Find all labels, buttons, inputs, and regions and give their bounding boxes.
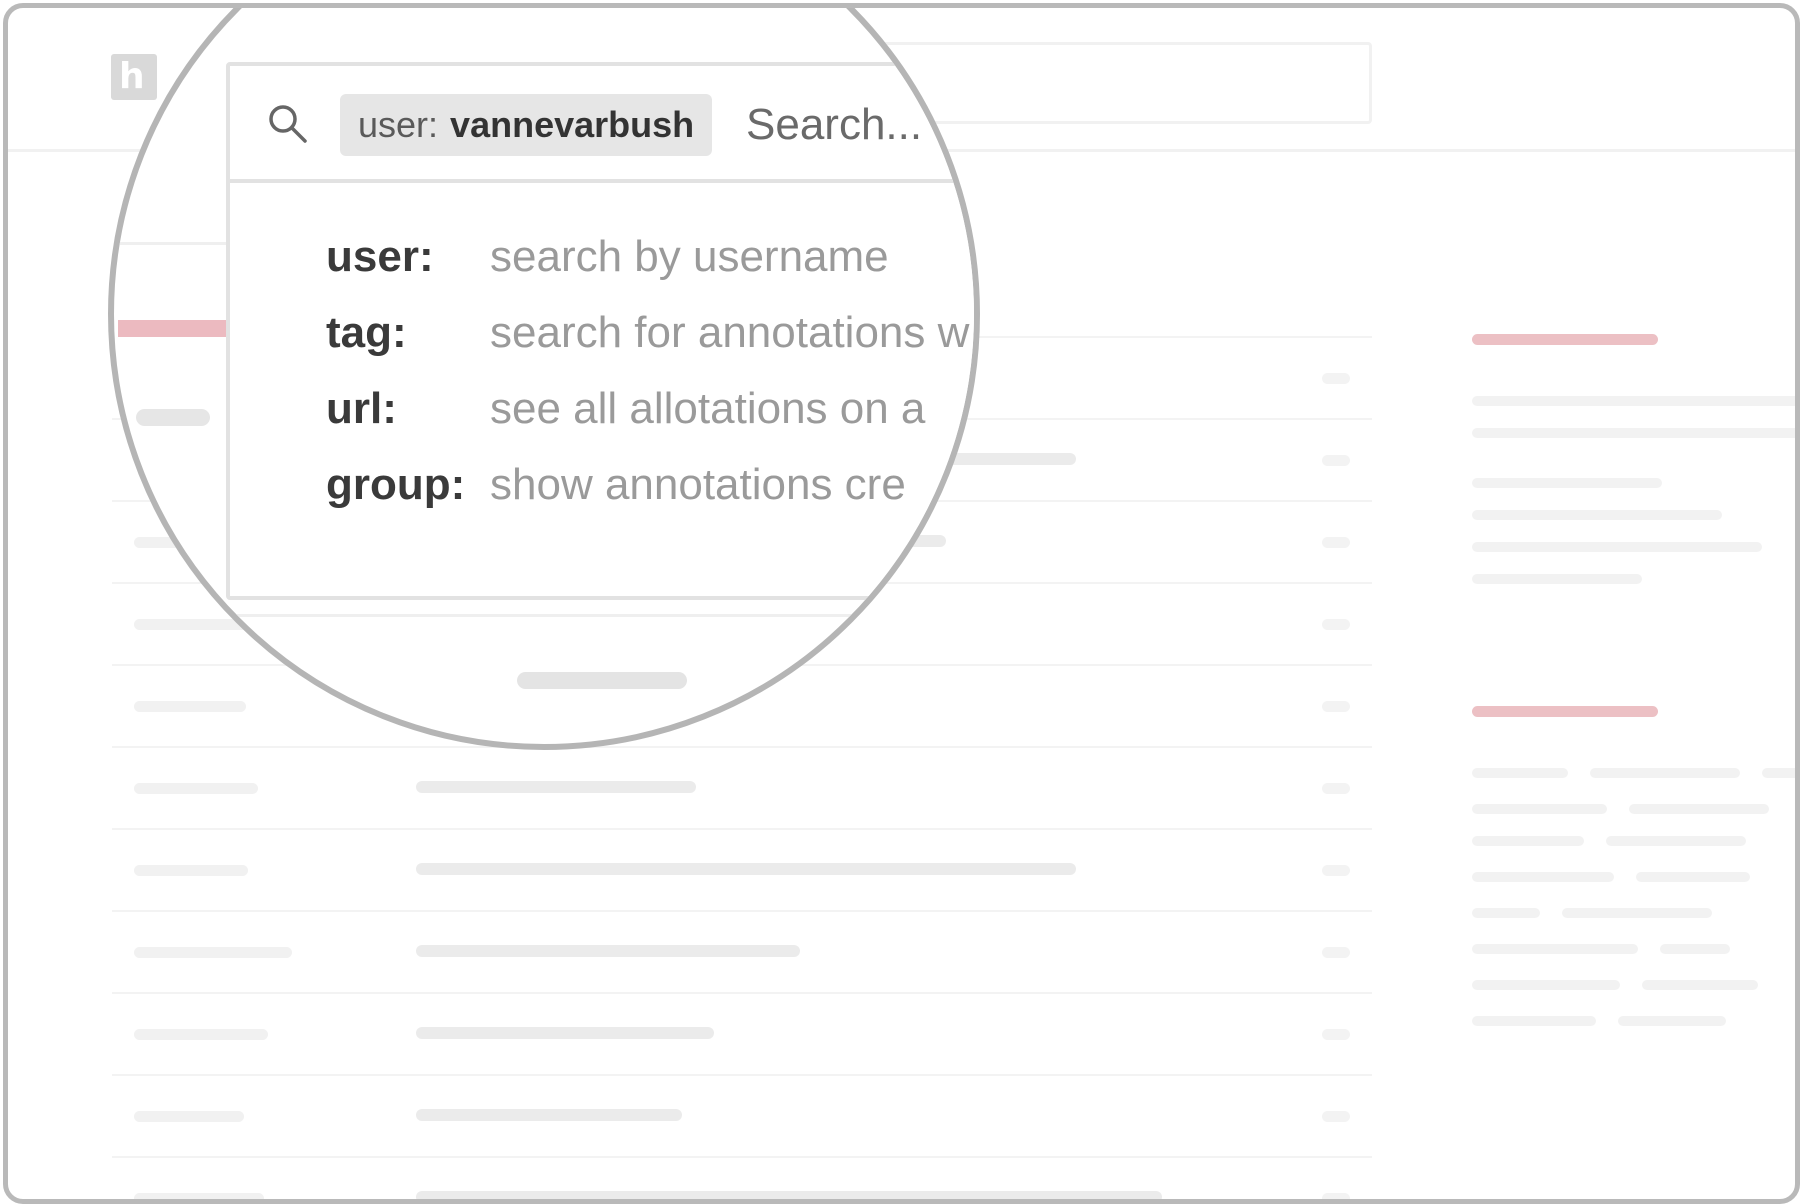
search-dropdown: user: vannevarbush user: search by usern… — [226, 62, 974, 600]
list-item — [112, 1074, 1372, 1156]
background-sidebar — [1472, 8, 1795, 1199]
sidebar-accent-bar — [1472, 706, 1658, 717]
suggestion-url[interactable]: url: see all allotations on a — [326, 384, 974, 460]
list-item — [112, 992, 1372, 1074]
suggestion-description: see all allotations on a — [490, 384, 926, 433]
list-item — [112, 910, 1372, 992]
suggestion-description: show annotations cre — [490, 460, 906, 509]
list-item — [112, 828, 1372, 910]
list-item — [112, 1156, 1372, 1199]
tab-accent — [118, 320, 238, 337]
suggestion-user[interactable]: user: search by username — [326, 232, 974, 308]
search-suggestions: user: search by username tag: search for… — [326, 232, 974, 536]
search-row: user: vannevarbush — [230, 66, 974, 183]
pill — [136, 409, 210, 426]
suggestion-tag[interactable]: tag: search for annotations w — [326, 308, 974, 384]
suggestion-key: url: — [326, 384, 397, 433]
suggestion-key: tag: — [326, 308, 407, 357]
magnifier-lens: user: vannevarbush user: search by usern… — [108, 8, 980, 750]
pill — [517, 672, 687, 689]
list-item — [112, 746, 1372, 828]
row-divider — [118, 614, 974, 617]
chip-value: vannevarbush — [450, 104, 695, 145]
search-filter-chip[interactable]: user: vannevarbush — [340, 94, 713, 156]
search-input[interactable] — [746, 94, 974, 156]
app-frame: h user: vannevarbush Search... user: sea… — [3, 3, 1800, 1204]
suggestion-description: search by username — [490, 232, 889, 281]
suggestion-description: search for annotations w — [490, 308, 970, 357]
sidebar-accent-bar — [1472, 334, 1658, 345]
chip-key: user: — [358, 104, 439, 145]
suggestion-key: group: — [326, 460, 466, 509]
magnified-content: user: vannevarbush user: search by usern… — [114, 14, 974, 744]
suggestion-key: user: — [326, 232, 434, 281]
search-icon[interactable] — [266, 102, 308, 144]
suggestion-group[interactable]: group: show annotations cre — [326, 460, 974, 536]
